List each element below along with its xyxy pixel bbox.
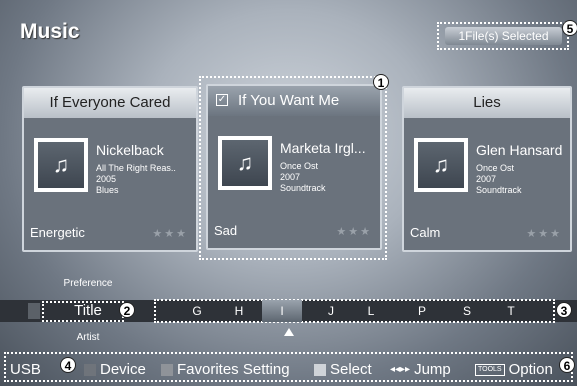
sort-option-artist[interactable]: Artist <box>28 332 148 343</box>
favorites-setting-button[interactable]: Favorites Setting <box>161 361 290 378</box>
callout-badge-5: 5 <box>562 20 577 36</box>
album-art: ♫ <box>34 138 88 192</box>
callout-badge-4: 4 <box>60 357 76 373</box>
letter-index-item[interactable]: P <box>402 300 442 322</box>
callout-badge-2: 2 <box>119 302 135 318</box>
track-mood: Sad <box>214 223 238 238</box>
letter-index-item[interactable]: S <box>447 300 487 322</box>
jump-button[interactable]: ◂◂▸▸ Jump <box>390 361 451 378</box>
track-meta: Once Ost 2007 Soundtrack <box>280 161 380 194</box>
track-mood: Calm <box>410 225 441 240</box>
selected-count-badge: 1File(s) Selected <box>445 27 562 45</box>
favorites-setting-label: Favorites Setting <box>177 361 290 378</box>
square-icon <box>84 363 96 376</box>
letter-index-item[interactable]: J <box>311 300 351 322</box>
track-album: All The Right Reas.. <box>96 163 176 173</box>
track-genre: Soundtrack <box>280 183 326 193</box>
album-art: ♫ <box>218 136 272 190</box>
track-artist: Marketa Irgl... <box>280 140 366 156</box>
track-year: 2007 <box>476 174 497 184</box>
track-meta: Once Ost 2007 Soundtrack <box>476 163 576 196</box>
track-artist: Nickelback <box>96 142 164 158</box>
music-note-icon: ♫ <box>418 142 464 188</box>
jump-label: Jump <box>414 361 451 378</box>
option-label: Option <box>508 361 553 378</box>
device-label: Device <box>100 361 146 378</box>
select-checkbox[interactable]: ✓ <box>216 94 228 106</box>
sort-option-preference[interactable]: Preference <box>28 278 148 289</box>
music-note-icon: ♫ <box>38 142 84 188</box>
letter-index-item-active[interactable]: I <box>262 300 302 322</box>
track-genre: Blues <box>96 185 119 195</box>
select-label: Select <box>330 361 372 378</box>
rewind-forward-icon: ◂◂▸▸ <box>390 364 411 375</box>
select-button[interactable]: Select <box>314 361 372 378</box>
track-album: Once Ost <box>280 161 319 171</box>
letter-index-item[interactable]: G <box>177 300 217 322</box>
letter-index-item[interactable]: L <box>351 300 391 322</box>
letter-index-item[interactable]: T <box>491 300 531 322</box>
track-title: If You Want Me <box>208 86 380 116</box>
track-card-selected[interactable]: If You Want Me ✓ ♫ Marketa Irgl... Once … <box>206 84 382 250</box>
track-album: Once Ost <box>476 163 515 173</box>
track-year: 2005 <box>96 174 117 184</box>
rating-stars: ★★★ <box>336 226 372 238</box>
callout-badge-1: 1 <box>373 74 389 90</box>
square-icon <box>161 363 173 376</box>
page-title: Music <box>20 20 80 43</box>
track-meta: All The Right Reas.. 2005 Blues <box>96 163 196 196</box>
tools-icon: TOOLS <box>475 363 505 376</box>
track-title: Lies <box>404 88 570 118</box>
music-note-icon: ♫ <box>222 140 268 186</box>
letter-index-item[interactable]: H <box>219 300 259 322</box>
triangle-up-icon <box>284 328 294 336</box>
option-button[interactable]: TOOLS Option <box>475 361 553 378</box>
track-title: If Everyone Cared <box>24 88 196 118</box>
track-artist: Glen Hansard <box>476 142 563 158</box>
track-card[interactable]: Lies ♫ Glen Hansard Once Ost 2007 Soundt… <box>402 86 572 252</box>
sort-menu-highlight <box>42 301 124 322</box>
device-button[interactable]: Device <box>84 361 146 378</box>
callout-badge-6: 6 <box>559 357 575 373</box>
rating-stars: ★★★ <box>152 228 188 240</box>
track-mood: Energetic <box>30 225 85 240</box>
track-card[interactable]: If Everyone Cared ♫ Nickelback All The R… <box>22 86 198 252</box>
track-genre: Soundtrack <box>476 185 522 195</box>
usb-label: USB <box>10 361 41 378</box>
square-icon <box>314 363 326 376</box>
rating-stars: ★★★ <box>526 228 562 240</box>
music-screen: Music 1File(s) Selected 5 If Everyone Ca… <box>0 0 577 386</box>
album-art: ♫ <box>414 138 468 192</box>
track-year: 2007 <box>280 172 301 182</box>
callout-badge-3: 3 <box>556 302 572 318</box>
